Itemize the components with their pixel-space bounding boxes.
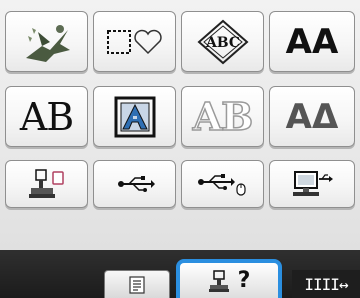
machine-memory-icon (28, 169, 64, 198)
outline-ab-button[interactable]: AB (181, 86, 264, 147)
usb-mouse-icon (197, 174, 246, 196)
font-ab-label: AB (19, 94, 74, 139)
greek-font-button[interactable]: ΑΔ (269, 86, 355, 147)
bird-icon (25, 24, 70, 62)
machine-help-icon (208, 269, 229, 292)
move-handle-button[interactable]: IIII↔ (292, 270, 360, 298)
help-button[interactable]: ? (176, 259, 282, 298)
alpha-delta-label: ΑΔ (285, 96, 339, 137)
outline-ab-label: AB (192, 93, 254, 140)
svg-text:ABC: ABC (204, 35, 239, 51)
move-handle-label: IIII↔ (304, 274, 348, 294)
embroidery-selection-screen: ABC AA AB AB ΑΔ ? IIII↔ (0, 0, 360, 298)
usb-mouse-button[interactable] (181, 160, 264, 208)
list-icon (129, 275, 145, 294)
pattern-design-button[interactable] (5, 11, 88, 72)
computer-icon (293, 171, 333, 196)
pattern-grid: ABC AA AB AB ΑΔ (0, 0, 360, 248)
framed-a-button[interactable] (93, 86, 176, 147)
computer-button[interactable] (269, 160, 355, 208)
frame-shapes-button[interactable] (93, 11, 176, 72)
usb-button[interactable] (93, 160, 176, 208)
font-aa-button[interactable]: AA (269, 11, 355, 72)
usb-icon (117, 176, 155, 192)
machine-memory-button[interactable] (5, 160, 88, 208)
framed-a-icon (114, 96, 155, 137)
list-view-button[interactable] (104, 270, 170, 298)
monogram-abc-icon: ABC (196, 19, 249, 64)
frame-shapes-icon (106, 29, 162, 54)
help-question-mark: ? (237, 268, 251, 293)
font-ab-button[interactable]: AB (5, 86, 88, 147)
font-aa-label: AA (285, 21, 339, 62)
monogram-button[interactable]: ABC (181, 11, 264, 72)
